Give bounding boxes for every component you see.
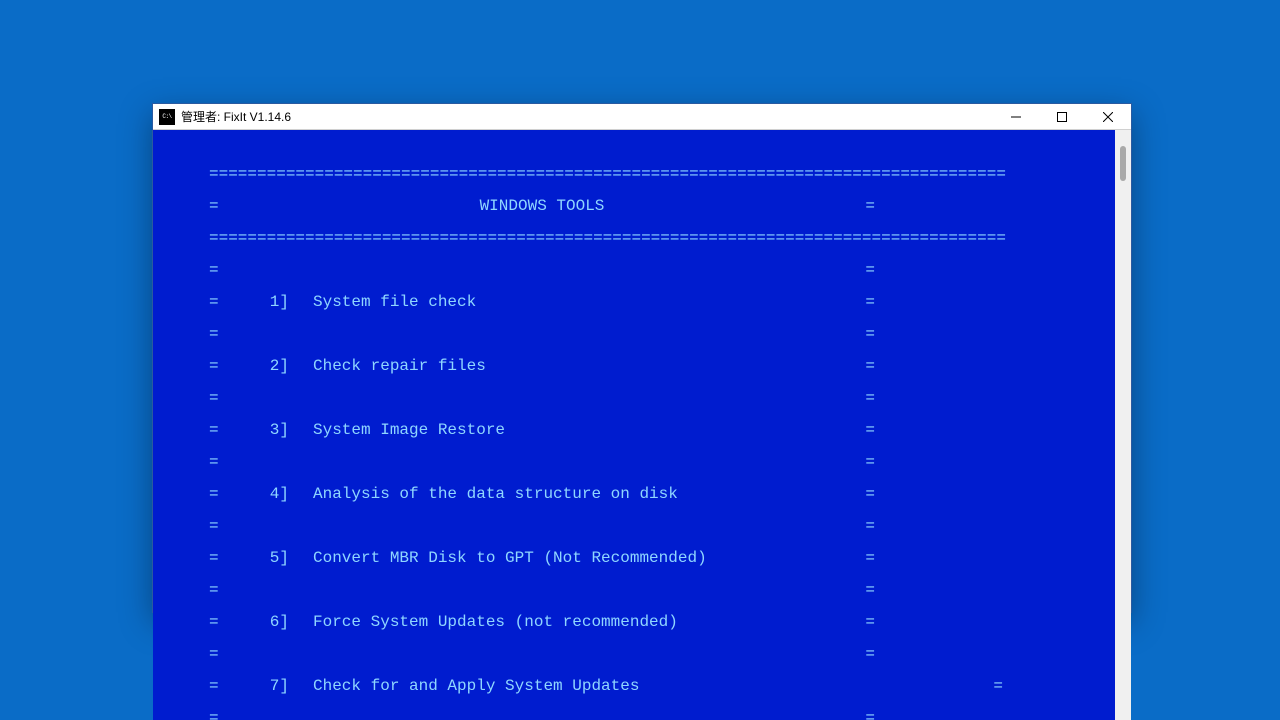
minimize-button[interactable] (993, 104, 1039, 130)
window-title: 管理者: FixIt V1.14.6 (181, 108, 291, 125)
scrollbar[interactable] (1115, 130, 1131, 720)
client-area: ========================================… (153, 130, 1131, 720)
console-output: ========================================… (153, 130, 1115, 720)
titlebar[interactable]: C:\ 管理者: FixIt V1.14.6 (153, 104, 1131, 130)
menu-item-1[interactable]: =1]System file check= (153, 294, 875, 310)
menu-item-4[interactable]: =4]Analysis of the data structure on dis… (153, 486, 875, 502)
spacer-row: = = (153, 390, 875, 406)
border-top-1: ========================================… (153, 166, 1115, 182)
spacer-row: = = (153, 262, 875, 278)
console-window: C:\ 管理者: FixIt V1.14.6 =================… (152, 103, 1132, 613)
spacer-row: = = (153, 646, 875, 662)
spacer-row: = = (153, 326, 875, 342)
menu-item-2[interactable]: =2]Check repair files= (153, 358, 875, 374)
header-row: =WINDOWS TOOLS= (153, 198, 875, 214)
spacer-row: = = (153, 518, 875, 534)
menu-item-3[interactable]: =3]System Image Restore= (153, 422, 875, 438)
spacer-row: = = (153, 710, 875, 720)
menu-item-7[interactable]: =7]Check for and Apply System Updates= (153, 678, 1003, 694)
menu-item-5[interactable]: =5]Convert MBR Disk to GPT (Not Recommen… (153, 550, 875, 566)
border-top-2: ========================================… (153, 230, 1115, 246)
spacer-row: = = (153, 454, 875, 470)
spacer-row: = = (153, 582, 875, 598)
maximize-button[interactable] (1039, 104, 1085, 130)
menu-item-6[interactable]: =6]Force System Updates (not recommended… (153, 614, 875, 630)
header-title: WINDOWS TOOLS (219, 198, 866, 214)
cmd-icon: C:\ (159, 109, 175, 125)
scrollbar-thumb[interactable] (1120, 146, 1126, 181)
close-button[interactable] (1085, 104, 1131, 130)
